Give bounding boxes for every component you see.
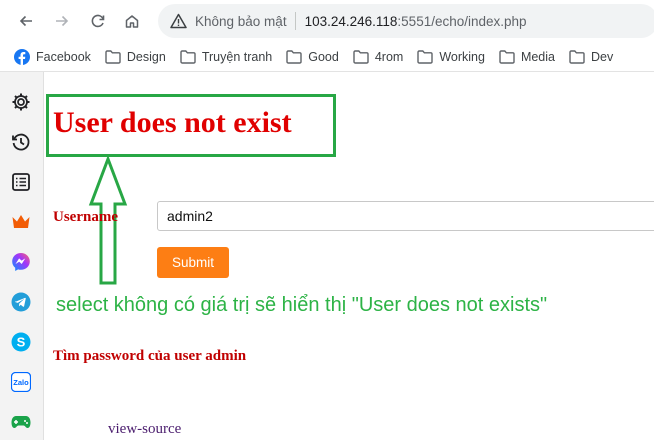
bookmark-label: Dev: [590, 49, 614, 64]
bookmark-dev[interactable]: Dev: [569, 50, 613, 64]
folder-icon: [569, 49, 585, 64]
reload-button[interactable]: [85, 8, 111, 34]
bookmark-label: Facebook: [36, 49, 91, 64]
folder-icon: [499, 49, 515, 64]
home-button[interactable]: [119, 8, 145, 34]
bookmark-truyen-tranh[interactable]: Truyện tranh: [180, 50, 272, 64]
zalo-icon[interactable]: Zalo: [10, 371, 32, 393]
address-separator: [294, 12, 296, 30]
svg-text:S: S: [17, 335, 26, 350]
folder-icon: [417, 49, 434, 64]
error-message: User does not exist: [53, 106, 292, 139]
reading-list-icon[interactable]: [10, 171, 32, 193]
bookmark-label: Working: [439, 49, 485, 64]
forward-arrow-icon: [56, 15, 69, 27]
bookmark-label: 4rom: [374, 49, 404, 64]
gamepad-icon[interactable]: [10, 411, 32, 433]
bookmark-4rom[interactable]: 4rom: [353, 50, 403, 64]
page-content: User does not exist Username Submit sele…: [44, 72, 654, 440]
address-bar[interactable]: Không bảo mật 103.24.246.118:5551/echo/i…: [158, 4, 654, 38]
skype-icon[interactable]: S: [10, 331, 32, 353]
messenger-icon[interactable]: [10, 251, 32, 273]
bookmark-label: Good: [308, 49, 339, 64]
security-label[interactable]: Không bảo mật: [195, 14, 287, 29]
telegram-icon[interactable]: [10, 291, 32, 313]
bookmark-media[interactable]: Media: [499, 50, 555, 64]
history-icon[interactable]: [10, 131, 32, 153]
folder-icon: [286, 49, 302, 64]
bookmark-working[interactable]: Working: [417, 50, 485, 64]
bookmarks-bar: Facebook Design Truyện tranh Good 4rom W…: [0, 42, 654, 72]
crown-icon[interactable]: [10, 211, 32, 233]
hint-text: Tìm password của user admin: [53, 348, 247, 364]
url-path: :5551/echo/index.php: [397, 13, 527, 29]
reload-icon: [91, 14, 105, 28]
bookmark-design[interactable]: Design: [105, 50, 166, 64]
folder-icon: [105, 49, 121, 64]
facebook-icon: [14, 48, 30, 65]
folder-icon: [353, 49, 369, 64]
username-label: Username: [53, 209, 118, 225]
bookmark-label: Truyện tranh: [201, 49, 273, 64]
submit-button[interactable]: Submit: [157, 247, 229, 278]
gear-icon[interactable]: [10, 91, 32, 113]
url-host: 103.24.246.118: [304, 13, 398, 29]
folder-icon: [180, 49, 196, 64]
username-input[interactable]: [157, 201, 654, 231]
browser-toolbar: Không bảo mật 103.24.246.118:5551/echo/i…: [0, 0, 654, 42]
bookmark-label: Media: [520, 49, 555, 64]
bookmark-facebook[interactable]: Facebook: [14, 48, 91, 65]
warning-icon[interactable]: [170, 13, 187, 29]
annotation-note: select không có giá trị sẽ hiển thị "Use…: [56, 294, 548, 316]
home-icon: [125, 15, 139, 28]
bookmark-good[interactable]: Good: [286, 50, 339, 64]
svg-text:Zalo: Zalo: [13, 378, 29, 387]
view-source-link[interactable]: view-source: [108, 421, 181, 438]
side-panel: S Zalo: [0, 72, 44, 440]
bookmark-label: Design: [126, 49, 166, 64]
forward-button[interactable]: [49, 8, 75, 34]
back-button[interactable]: [13, 8, 39, 34]
back-arrow-icon: [19, 15, 32, 27]
